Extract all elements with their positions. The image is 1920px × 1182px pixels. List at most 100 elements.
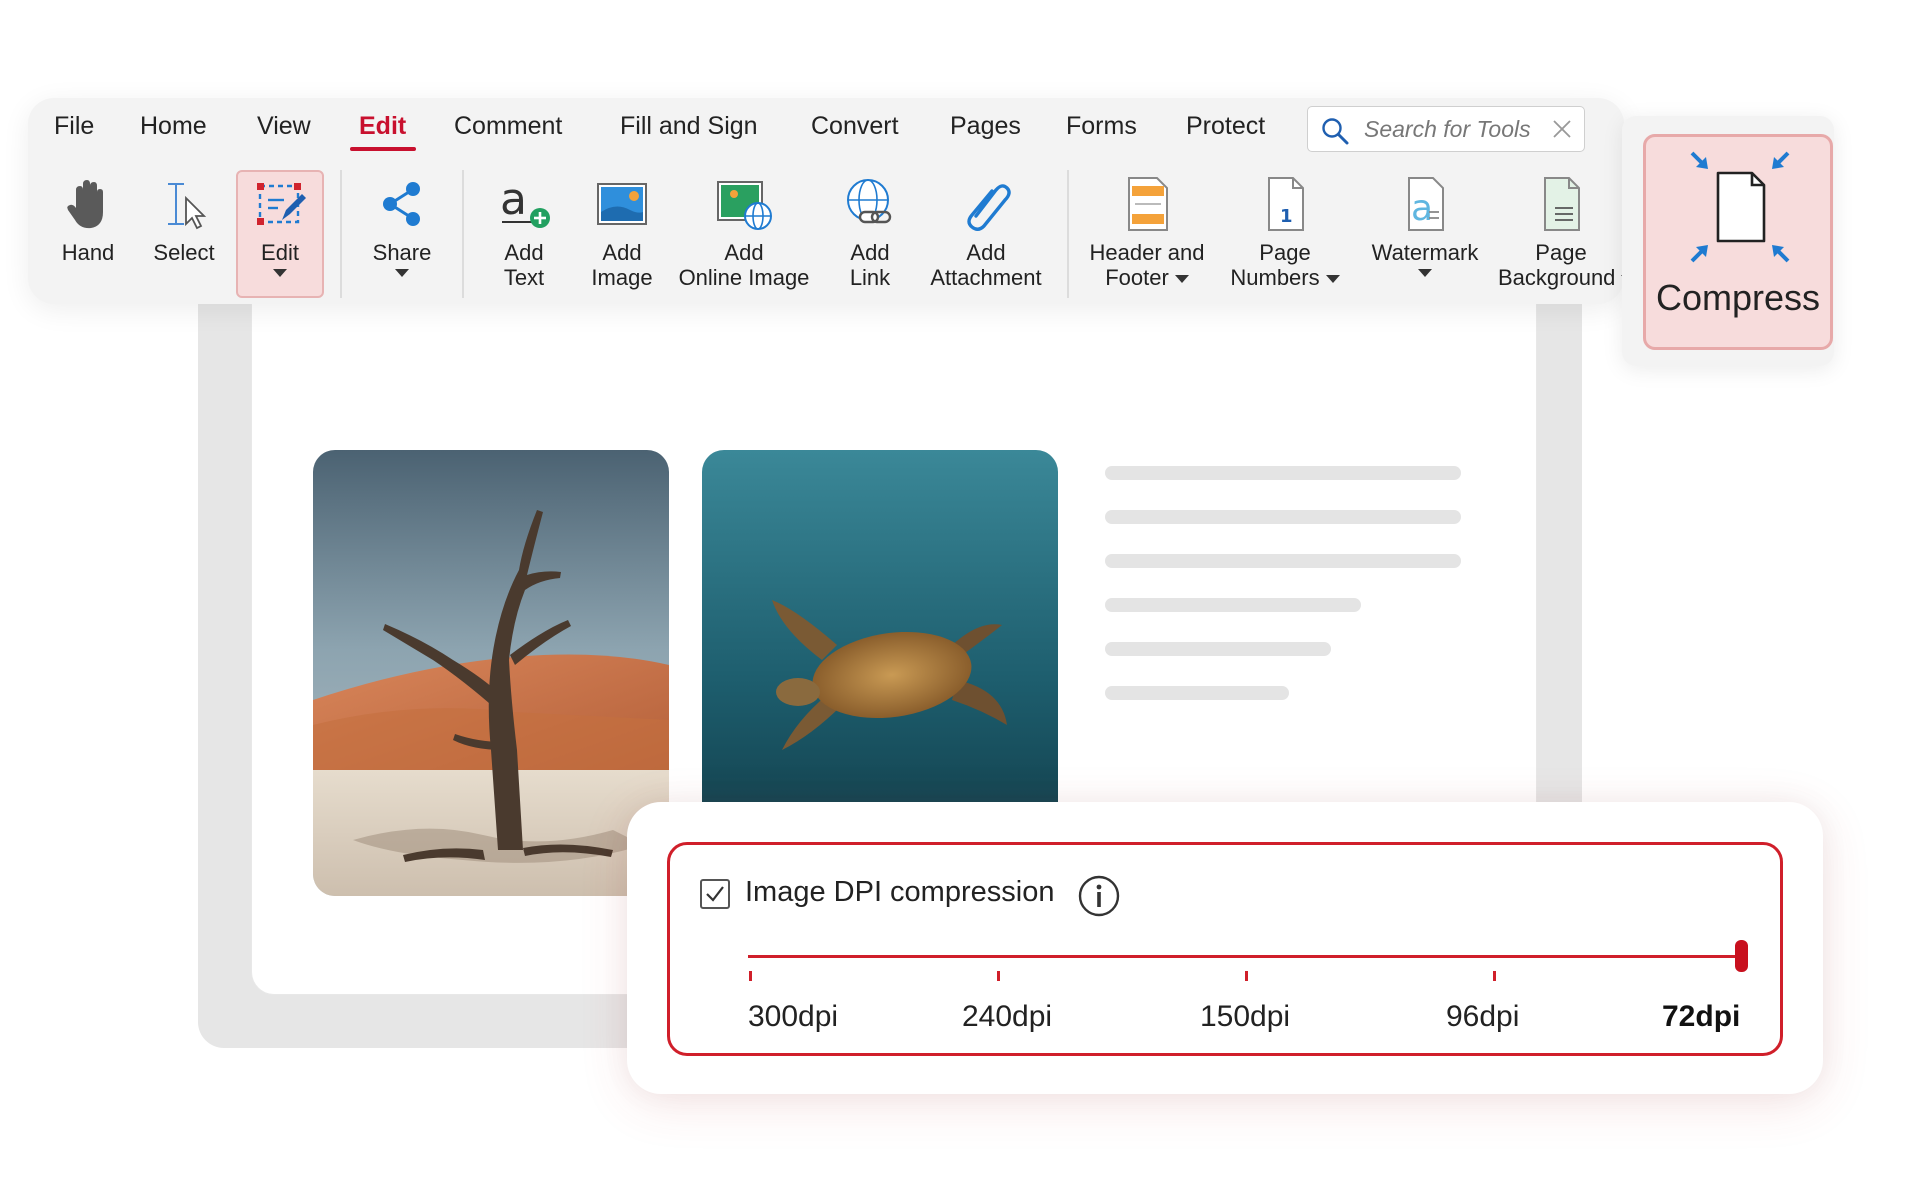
dpi-slider-tick <box>1245 971 1248 981</box>
page-background-label-line2: Background <box>1498 265 1616 290</box>
hand-icon <box>67 180 103 229</box>
tab-fill-and-sign[interactable]: Fill and Sign <box>620 112 758 141</box>
hand-tool[interactable]: Hand <box>50 172 126 265</box>
dpi-slider-tick <box>997 971 1000 981</box>
active-tab-indicator <box>350 147 416 151</box>
edit-pen-icon <box>257 183 306 225</box>
add-image-label-line1: Add <box>602 240 642 265</box>
image-dpi-compression-checkbox[interactable] <box>700 879 730 909</box>
watermark-icon: a <box>1408 177 1444 231</box>
link-globe-icon <box>847 179 892 224</box>
add-attachment-label-line2: Attachment <box>930 265 1042 290</box>
add-link-tool[interactable]: Add Link <box>830 172 910 290</box>
page-numbers-label-line2: Numbers <box>1230 265 1320 290</box>
select-tool[interactable]: Select <box>144 172 224 265</box>
chevron-down-icon[interactable] <box>1325 275 1340 284</box>
search-box[interactable] <box>1307 106 1585 152</box>
placeholder-text-line <box>1105 554 1461 568</box>
ribbon-separator <box>1067 170 1069 298</box>
add-online-image-tool[interactable]: Add Online Image <box>676 172 812 290</box>
dpi-option-150[interactable]: 150dpi <box>1200 1000 1290 1034</box>
header-footer-label-line1: Header and <box>1089 240 1205 265</box>
share-tool[interactable]: Share <box>362 172 442 277</box>
ribbon-separator <box>462 170 464 298</box>
tab-convert[interactable]: Convert <box>811 112 899 141</box>
add-image-label-line2: Image <box>591 265 653 290</box>
dpi-option-96[interactable]: 96dpi <box>1446 1000 1519 1034</box>
tab-comment[interactable]: Comment <box>454 112 562 141</box>
header-footer-label-line2: Footer <box>1105 265 1169 290</box>
edit-tool-label: Edit <box>261 240 299 265</box>
info-icon[interactable] <box>1077 874 1121 918</box>
tab-forms[interactable]: Forms <box>1066 112 1137 141</box>
compress-label: Compress <box>1655 277 1821 318</box>
close-icon[interactable] <box>1550 117 1574 141</box>
text-cursor-icon <box>168 183 207 230</box>
svg-text:1: 1 <box>1280 206 1293 227</box>
chevron-down-icon[interactable] <box>1418 269 1432 277</box>
tab-home[interactable]: Home <box>140 112 207 141</box>
image-dpi-compression-label: Image DPI compression <box>745 876 1055 908</box>
tab-view[interactable]: View <box>257 112 311 141</box>
dpi-slider-track[interactable] <box>748 955 1741 958</box>
sea-turtle-photo <box>702 450 1058 840</box>
add-link-label-line1: Add <box>850 240 890 265</box>
page-background-label-row: Background <box>1498 265 1624 290</box>
desert-tree-photo <box>313 450 669 896</box>
tab-file[interactable]: File <box>54 112 94 141</box>
page-number-icon: 1 <box>1268 177 1304 231</box>
dpi-option-300[interactable]: 300dpi <box>748 1000 838 1034</box>
add-link-label-line2: Link <box>849 265 891 290</box>
dpi-slider-tick <box>1493 971 1496 981</box>
svg-text:a: a <box>500 174 527 225</box>
chevron-down-icon[interactable] <box>1174 275 1189 284</box>
add-image-tool[interactable]: Add Image <box>582 172 662 290</box>
select-tool-label: Select <box>153 240 215 265</box>
dpi-option-240[interactable]: 240dpi <box>962 1000 1052 1034</box>
compress-icon <box>1690 151 1790 263</box>
add-online-image-label-line1: Add <box>724 240 764 265</box>
placeholder-text-line <box>1105 466 1461 480</box>
online-image-icon <box>717 181 772 230</box>
page-background-icon <box>1544 177 1580 231</box>
header-footer-icon <box>1128 177 1168 231</box>
ribbon-separator <box>340 170 342 298</box>
checkmark-icon <box>706 886 724 902</box>
add-attachment-tool[interactable]: Add Attachment <box>926 172 1046 290</box>
add-text-label-line2: Text <box>503 265 545 290</box>
share-icon <box>383 182 420 226</box>
search-input[interactable] <box>1364 115 1544 143</box>
page-numbers-label-row: Numbers <box>1224 265 1346 290</box>
chevron-down-icon[interactable] <box>395 269 409 277</box>
placeholder-text-line <box>1105 510 1461 524</box>
dpi-option-72[interactable]: 72dpi <box>1662 1000 1740 1034</box>
placeholder-text-line <box>1105 642 1331 656</box>
add-attachment-label-line1: Add <box>966 240 1006 265</box>
add-text-tool[interactable]: a Add Text <box>484 172 564 290</box>
watermark-tool[interactable]: a Watermark <box>1364 172 1486 277</box>
hand-tool-label: Hand <box>61 240 115 265</box>
add-text-label-line1: Add <box>504 240 544 265</box>
watermark-label: Watermark <box>1371 240 1479 265</box>
tab-pages[interactable]: Pages <box>950 112 1021 141</box>
compress-button[interactable]: Compress <box>1643 134 1833 350</box>
placeholder-text-line <box>1105 686 1289 700</box>
edit-tool[interactable]: Edit <box>242 172 318 277</box>
add-text-icon: a <box>500 174 550 228</box>
tab-protect[interactable]: Protect <box>1186 112 1265 141</box>
page-numbers-tool[interactable]: 1 Page Numbers <box>1224 172 1346 290</box>
tab-edit[interactable]: Edit <box>359 112 406 141</box>
header-footer-tool[interactable]: Header and Footer <box>1086 172 1208 290</box>
add-online-image-label-line2: Online Image <box>678 265 810 290</box>
chevron-down-icon[interactable] <box>273 269 287 277</box>
dpi-slider-thumb[interactable] <box>1735 940 1748 972</box>
page-numbers-label-line1: Page <box>1259 240 1311 265</box>
placeholder-text-line <box>1105 598 1361 612</box>
page-background-tool[interactable]: Page Background <box>1498 172 1624 302</box>
dpi-slider-tick <box>749 971 752 981</box>
magnifier-icon <box>1322 118 1349 145</box>
page-background-label-line1: Page <box>1535 240 1587 265</box>
svg-text:a: a <box>1411 188 1433 229</box>
share-tool-label: Share <box>372 240 432 265</box>
image-icon <box>597 183 647 225</box>
